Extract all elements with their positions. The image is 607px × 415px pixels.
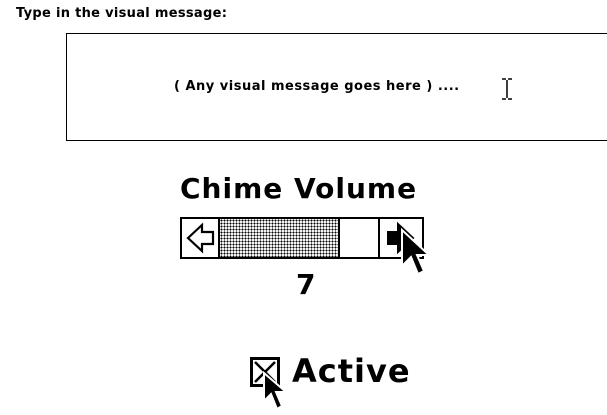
prompt-label: Type in the visual message: <box>16 6 228 21</box>
volume-title: Chime Volume <box>180 172 418 205</box>
volume-value: 7 <box>296 268 316 301</box>
arrow-left-icon <box>186 222 215 254</box>
message-box[interactable]: ( Any visual message goes here ) .... <box>66 33 607 141</box>
message-text: ( Any visual message goes here ) .... <box>174 79 460 94</box>
active-label: Active <box>292 352 411 390</box>
scroll-left-button[interactable] <box>182 219 220 257</box>
arrow-pointer-icon <box>263 371 289 411</box>
scroll-thumb[interactable] <box>338 219 380 257</box>
scroll-track[interactable] <box>220 219 338 257</box>
volume-scrollbar[interactable] <box>180 217 424 259</box>
arrow-pointer-icon <box>401 228 432 276</box>
ibeam-cursor-icon <box>502 78 512 100</box>
